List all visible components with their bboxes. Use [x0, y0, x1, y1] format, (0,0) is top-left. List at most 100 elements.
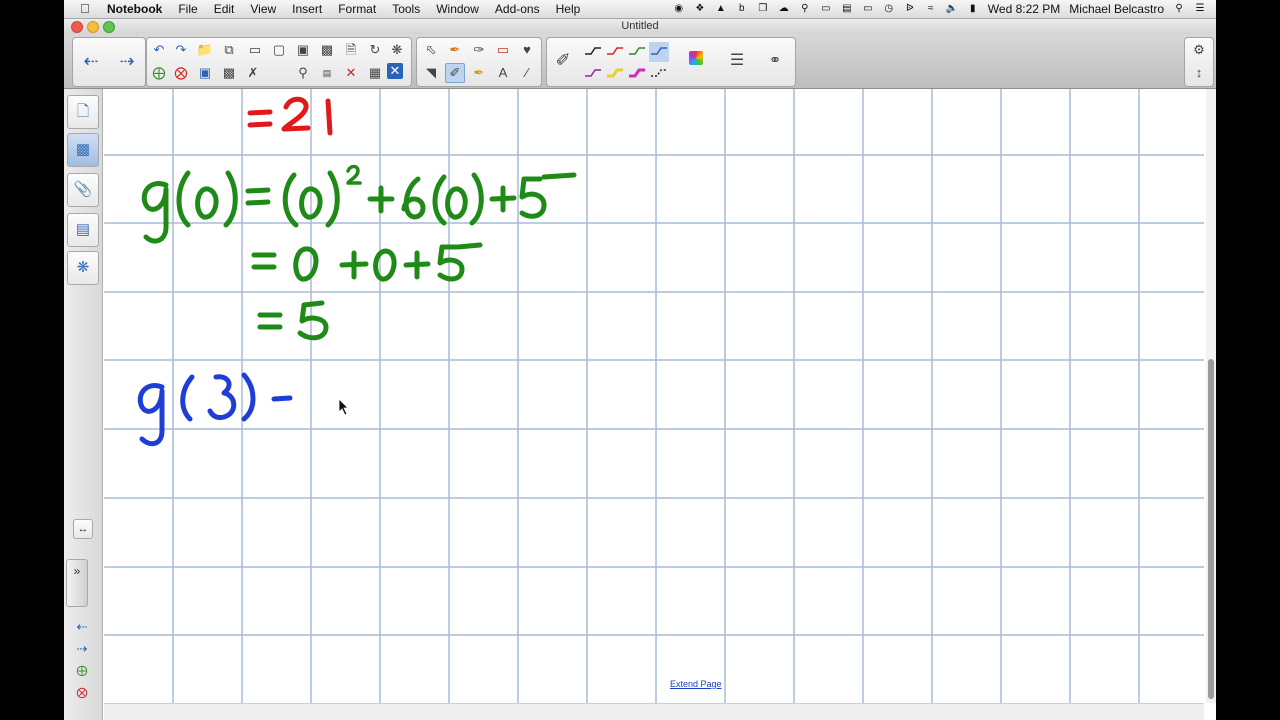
projector-icon[interactable]: ▩ — [317, 40, 337, 60]
time-machine-icon[interactable]: ◷ — [883, 3, 895, 15]
capture-icon[interactable]: ▩ — [219, 63, 239, 83]
line-icon[interactable]: ∕ — [517, 63, 537, 83]
line-style-black-icon[interactable] — [583, 42, 603, 62]
monitor-icon[interactable]: ▣ — [293, 40, 313, 60]
color-palette-icon[interactable] — [689, 51, 703, 65]
menu-help[interactable]: Help — [548, 2, 589, 16]
minimize-window-button[interactable] — [87, 21, 99, 33]
screen-icon[interactable]: ▤ — [841, 3, 853, 15]
text-icon[interactable]: A — [493, 63, 513, 83]
menu-notebook[interactable]: Notebook — [107, 2, 170, 16]
delete-page-icon[interactable]: ⨂ — [171, 63, 191, 83]
gear-icon[interactable]: ⚙ — [1189, 40, 1209, 60]
delete-page-small-icon[interactable]: ⨂ — [72, 683, 92, 703]
window-icon[interactable]: ▭ — [820, 3, 832, 15]
forward-arrow-icon[interactable]: ⇢ — [117, 51, 137, 71]
notebook-page[interactable]: Extend Page — [104, 89, 1204, 703]
clipboard-icon[interactable]: ❐ — [757, 3, 769, 15]
save-icon[interactable]: ▣ — [195, 63, 215, 83]
pen-style-icon[interactable]: ✐ — [553, 50, 573, 70]
dropbox-icon[interactable]: ❖ — [694, 3, 706, 15]
ink-line-3[interactable] — [251, 242, 483, 282]
collapse-sidebar-handle[interactable]: » — [66, 559, 88, 607]
menu-file[interactable]: File — [170, 2, 205, 16]
pen-icon[interactable]: ✑ — [469, 40, 489, 60]
resize-icon[interactable]: ▢ — [269, 40, 289, 60]
close-window-button[interactable] — [71, 21, 83, 33]
menu-view[interactable]: View — [242, 2, 284, 16]
search-app-icon[interactable]: ⚲ — [799, 3, 811, 15]
apple-icon[interactable]:  — [80, 1, 90, 16]
drive-icon[interactable]: ▲ — [715, 3, 727, 15]
fill-icon[interactable]: ♥ — [517, 40, 537, 60]
menu-insert[interactable]: Insert — [284, 2, 330, 16]
b-icon[interactable]: b — [736, 3, 748, 15]
line-style-dashed-icon[interactable] — [649, 64, 669, 84]
redo-icon[interactable]: ↷ — [171, 40, 191, 60]
ink-line-4[interactable] — [257, 300, 329, 341]
scroll-thumb[interactable] — [1208, 359, 1214, 699]
link-icon[interactable]: ⚭ — [765, 51, 785, 71]
eraser-icon[interactable]: ▭ — [493, 40, 513, 60]
undo-icon[interactable]: ↶ — [149, 40, 169, 60]
line-style-blue-icon[interactable] — [649, 42, 669, 62]
table-icon[interactable]: ▦ — [365, 63, 385, 83]
user-name[interactable]: Michael Belcastro — [1069, 2, 1164, 16]
zoom-window-button[interactable] — [103, 21, 115, 33]
rotate-icon[interactable]: ↻ — [365, 40, 385, 60]
bluetooth-icon[interactable]: ᐉ — [904, 3, 916, 15]
clear-icon[interactable]: ✗ — [243, 63, 263, 83]
menu-tools[interactable]: Tools — [384, 2, 428, 16]
gallery-tab[interactable]: ▩ — [67, 133, 99, 167]
highlighter-icon[interactable]: ✒ — [469, 63, 489, 83]
addons-tab[interactable]: ❋ — [67, 251, 99, 285]
extend-page-link[interactable]: Extend Page — [670, 679, 722, 689]
previous-page-icon[interactable]: ⇠ — [72, 617, 92, 637]
document-camera-icon[interactable]: ▤ — [317, 63, 337, 83]
line-style-purple-icon[interactable] — [583, 64, 603, 84]
page-sorter-icon[interactable]: ⧉ — [219, 40, 239, 60]
spotlight-icon[interactable]: ⚲ — [1173, 3, 1185, 15]
line-style-magenta-icon[interactable] — [627, 64, 647, 84]
properties-icon[interactable]: ☰ — [727, 51, 747, 71]
line-style-yellow-icon[interactable] — [605, 64, 625, 84]
delete-icon[interactable]: ✕ — [341, 63, 361, 83]
back-arrow-icon[interactable]: ⇠ — [81, 51, 101, 71]
creative-pen-icon[interactable]: ✐ — [445, 63, 465, 83]
select-icon[interactable]: ⬁ — [421, 40, 441, 60]
open-icon[interactable]: 📁 — [195, 40, 215, 60]
page-sorter-tab[interactable]: 🗋 — [67, 95, 99, 129]
eraser-tool-icon[interactable]: ◥ — [421, 63, 441, 83]
menu-edit[interactable]: Edit — [206, 2, 243, 16]
clock[interactable]: Wed 8:22 PM — [988, 2, 1060, 16]
attachments-tab[interactable]: 📎 — [67, 173, 99, 207]
menu-addons[interactable]: Add-ons — [487, 2, 548, 16]
ink-line-1[interactable] — [247, 96, 333, 136]
line-style-green-icon[interactable] — [627, 42, 647, 62]
menu-format[interactable]: Format — [330, 2, 384, 16]
magic-pen-icon[interactable]: ✒ — [445, 40, 465, 60]
toolbar-toggle-icon[interactable]: ↕ — [1189, 63, 1209, 83]
ink-line-5[interactable] — [137, 372, 293, 447]
next-page-icon[interactable]: ⇢ — [72, 639, 92, 659]
cloud-icon[interactable]: ☁ — [778, 3, 790, 15]
expand-sidebar-button[interactable]: ↔ — [73, 519, 93, 539]
notification-center-icon[interactable]: ☰ — [1194, 3, 1206, 15]
airplay-icon[interactable]: ▭ — [862, 3, 874, 15]
close-box-icon[interactable]: ✕ — [387, 63, 403, 79]
volume-icon[interactable]: 🔈 — [946, 3, 958, 15]
magnifier-icon[interactable]: ⚲ — [293, 63, 313, 83]
properties-tab[interactable]: ▤ — [67, 213, 99, 247]
record-icon[interactable]: ◉ — [673, 3, 685, 15]
document-icon[interactable]: 🗎 — [341, 40, 361, 60]
add-page-small-icon[interactable]: ⨁ — [72, 661, 92, 681]
menu-window[interactable]: Window — [428, 2, 487, 16]
battery-icon[interactable]: ▮ — [967, 3, 979, 15]
screen-shade-icon[interactable]: ▭ — [245, 40, 265, 60]
add-page-icon[interactable]: ⨁ — [149, 63, 169, 83]
line-style-red-icon[interactable] — [605, 42, 625, 62]
ink-line-2[interactable] — [141, 164, 577, 244]
vertical-scrollbar[interactable] — [1206, 89, 1216, 703]
wifi-icon[interactable]: ≈ — [925, 3, 937, 15]
settings-wheel-icon[interactable]: ❋ — [387, 40, 407, 60]
